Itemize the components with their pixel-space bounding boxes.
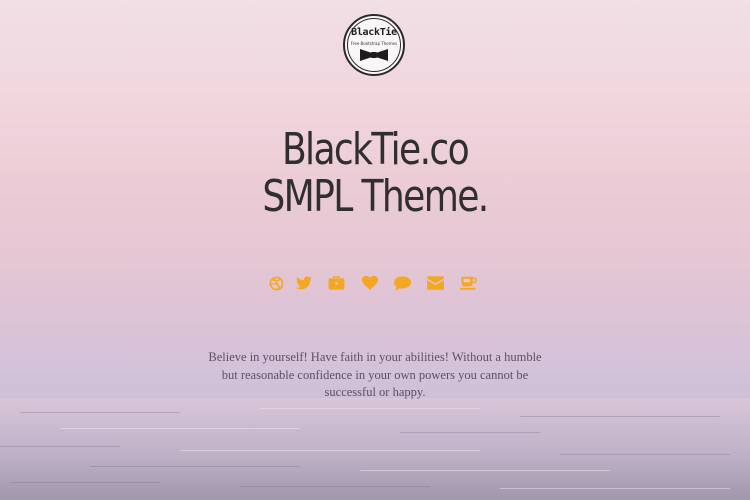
envelope-icon — [427, 276, 444, 290]
comment-icon — [394, 275, 411, 291]
heart-link[interactable] — [353, 272, 386, 294]
hero-title-line2: SMPL Theme. — [262, 171, 489, 222]
social-icons — [265, 272, 485, 294]
twitter-icon — [295, 276, 312, 290]
heart-icon — [361, 276, 378, 290]
dribbble-link[interactable] — [265, 272, 287, 294]
envelope-link[interactable] — [419, 272, 452, 294]
twitter-link[interactable] — [287, 272, 320, 294]
briefcase-icon — [328, 276, 345, 290]
dribbble-icon — [269, 276, 283, 290]
comment-link[interactable] — [386, 272, 419, 294]
briefcase-link[interactable] — [320, 272, 353, 294]
coffee-link[interactable] — [452, 272, 485, 294]
inspirational-quote: Believe in yourself! Have faith in your … — [208, 350, 542, 399]
hero-title-line1: BlackTie.co — [281, 124, 470, 175]
hero-title: BlackTie.co SMPL Theme. — [68, 126, 683, 220]
coffee-icon — [460, 276, 477, 290]
sea-background — [0, 398, 750, 500]
logo-ring — [347, 18, 401, 72]
blacktie-logo[interactable]: BlackTie Free Bootstrap Themes — [343, 14, 405, 76]
